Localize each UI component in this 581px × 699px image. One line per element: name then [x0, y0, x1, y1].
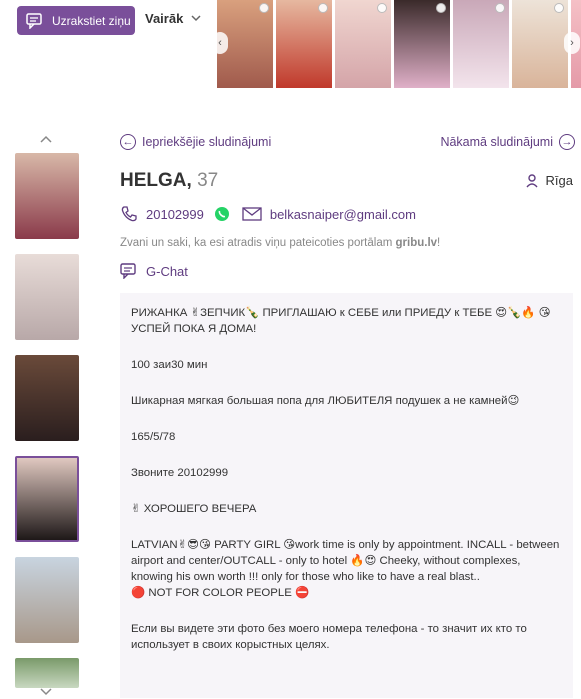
description-paragraph: 165/5/78: [131, 431, 176, 443]
listing-name: HELGA,: [120, 170, 192, 191]
contact-hint: Zvani un saki, ka esi atradis viņu patei…: [120, 237, 440, 249]
description-paragraph: LATVIAN✌😎😘 PARTY GIRL 😘work time is only…: [131, 539, 560, 599]
phone-number[interactable]: 20102999: [146, 207, 204, 222]
gallery-thumbnail[interactable]: [15, 355, 79, 441]
premium-icon: [495, 3, 505, 13]
gallery-thumbnail[interactable]: [15, 254, 79, 340]
description-paragraph: ✌ ХОРОШЕГО ВЕЧЕРА: [131, 503, 257, 515]
description-paragraph: Если вы видете эти фото без моего номера…: [131, 623, 527, 651]
chat-icon: [120, 263, 136, 279]
previous-listings-link[interactable]: ← Iepriekšējie sludinājumi: [120, 134, 271, 150]
featured-thumbnail[interactable]: [335, 0, 391, 88]
gchat-button[interactable]: G-Chat: [120, 263, 188, 279]
write-message-label: Uzrakstiet ziņu: [52, 13, 131, 28]
whatsapp-icon[interactable]: [214, 206, 230, 222]
gallery-thumbnail[interactable]: [15, 557, 79, 643]
gallery-up-arrow[interactable]: [40, 130, 52, 146]
hint-text: Zvani un saki, ka esi atradis viņu patei…: [120, 237, 393, 249]
next-listings-label: Nākamā sludinājumi: [440, 135, 553, 149]
listing-description: РИЖАНКА ✌ЗЕПЧИК🍾 ПРИГЛАШАЮ к СЕБЕ или ПР…: [120, 293, 573, 698]
listing-age: 37: [197, 170, 219, 191]
strip-next-arrow[interactable]: ›: [564, 32, 580, 54]
strip-prev-arrow[interactable]: ‹: [212, 32, 228, 54]
gallery-thumbnail[interactable]: [15, 658, 79, 688]
description-paragraph: Шикарная мягкая большая попа для ЛЮБИТЕЛ…: [131, 395, 520, 407]
email-icon: [242, 207, 262, 221]
star-icon: [554, 3, 564, 13]
more-dropdown[interactable]: Vairāk: [145, 11, 201, 26]
contact-row: 20102999 belkasnaiper@gmail.com: [120, 205, 416, 223]
featured-thumbnail-strip: [212, 0, 581, 88]
featured-thumbnail[interactable]: [276, 0, 332, 88]
featured-thumbnail[interactable]: [394, 0, 450, 88]
next-listings-link[interactable]: Nākamā sludinājumi →: [440, 134, 575, 150]
hint-end: !: [437, 237, 441, 249]
chat-icon: [26, 12, 42, 29]
premium-icon: [259, 3, 269, 13]
gallery-thumbnail[interactable]: [15, 456, 79, 542]
gallery-thumbnail[interactable]: [15, 153, 79, 239]
listing-city[interactable]: Rīga: [525, 173, 573, 188]
phone-icon: [121, 206, 137, 222]
gallery-thumbnails: [13, 130, 83, 698]
top-bar: Uzrakstiet ziņu Vairāk ‹ ›: [0, 0, 581, 96]
description-paragraph: РИЖАНКА ✌ЗЕПЧИК🍾 ПРИГЛАШАЮ к СЕБЕ или ПР…: [131, 307, 551, 335]
description-paragraph: Звоните 20102999: [131, 467, 229, 479]
arrow-left-icon: ←: [120, 134, 136, 150]
email-link[interactable]: belkasnaiper@gmail.com: [270, 207, 416, 222]
description-paragraph: 100 заи30 мин: [131, 359, 208, 371]
previous-listings-label: Iepriekšējie sludinājumi: [142, 135, 272, 149]
listing-title: HELGA, 37: [120, 170, 218, 192]
arrow-right-icon: →: [559, 134, 575, 150]
more-label: Vairāk: [145, 11, 184, 26]
city-label: Rīga: [545, 173, 573, 188]
premium-icon: [436, 3, 446, 13]
hint-site: gribu.lv: [395, 237, 438, 249]
chevron-down-icon: [191, 15, 201, 22]
featured-thumbnail[interactable]: [453, 0, 509, 88]
write-message-button[interactable]: Uzrakstiet ziņu: [17, 6, 135, 35]
premium-icon: [318, 3, 328, 13]
featured-thumbnail[interactable]: [512, 0, 568, 88]
person-pin-icon: [525, 174, 538, 188]
premium-icon: [377, 3, 387, 13]
gchat-label: G-Chat: [146, 263, 188, 279]
